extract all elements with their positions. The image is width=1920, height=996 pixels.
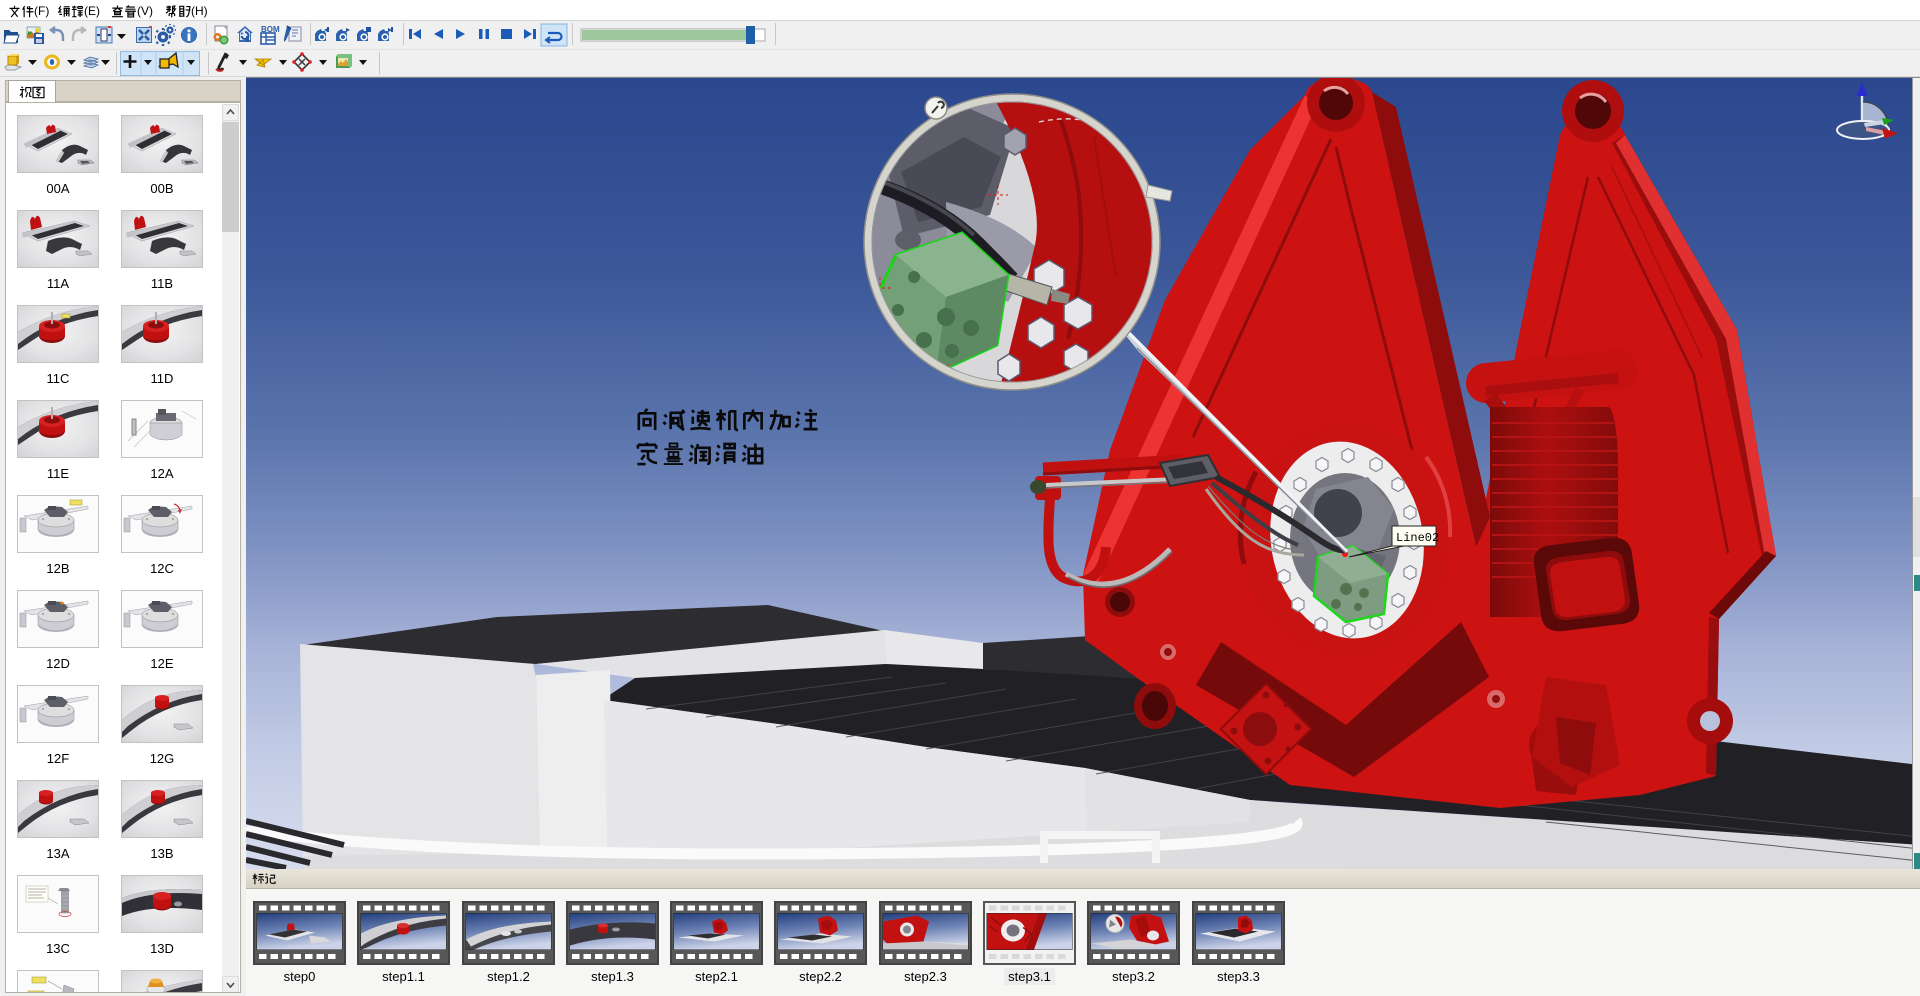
svg-text:Line02: Line02 (1396, 531, 1439, 545)
